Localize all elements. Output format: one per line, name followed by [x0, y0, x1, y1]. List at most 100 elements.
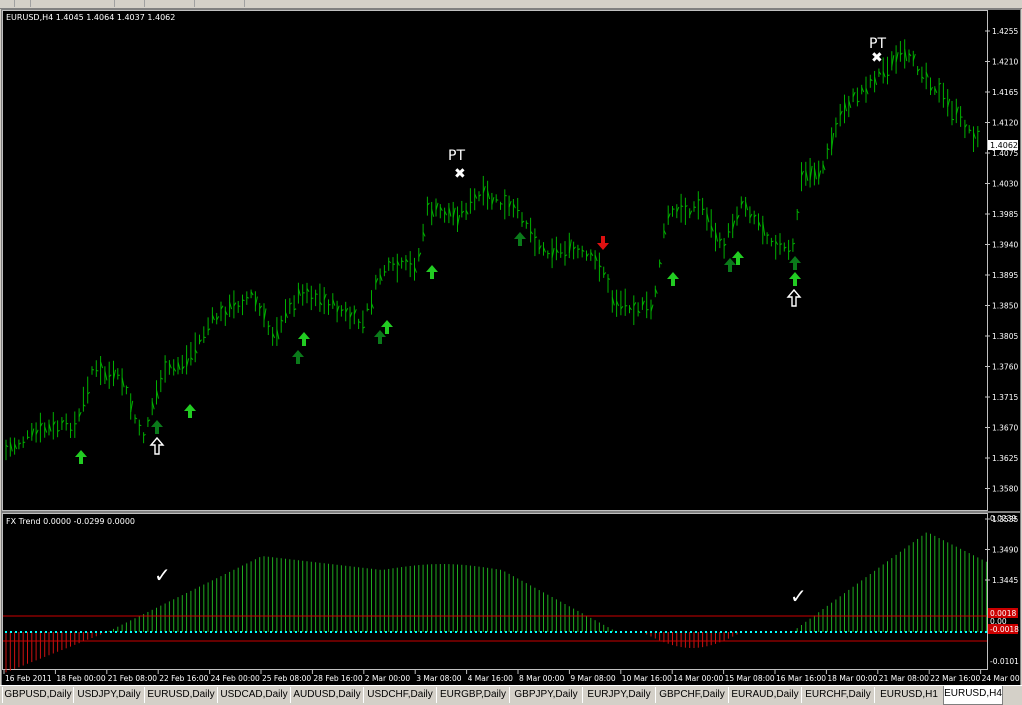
toolbar-button[interactable] [180, 0, 195, 7]
zero-line-dot [795, 631, 797, 633]
buy-arrow-icon [789, 272, 801, 286]
chart-tab[interactable]: EURUSD,H4 [943, 686, 1003, 705]
zero-line-dot [115, 631, 117, 633]
time-tick-label: 21 Feb 08:00 [108, 674, 157, 683]
toolbar-button[interactable] [0, 0, 15, 7]
zero-line-dot [210, 631, 212, 633]
zero-line-dot [400, 631, 402, 633]
toolbar-button[interactable] [130, 0, 145, 7]
price-bar-close [238, 306, 240, 307]
price-tick-label: 1.3850 [992, 302, 1018, 311]
zero-line-dot [270, 631, 272, 633]
price-bar-close [952, 119, 954, 120]
zero-line-dot [970, 631, 972, 633]
zero-line-dot [880, 631, 882, 633]
chart-tab[interactable]: GBPCHF,Daily [655, 687, 729, 703]
zero-line-dot [665, 631, 667, 633]
time-tick-label: 15 Mar 08:00 [725, 674, 775, 683]
zero-line-dot [890, 631, 892, 633]
chart-canvas[interactable]: 1.42551.42101.41651.41201.40751.40301.39… [2, 10, 1020, 685]
zero-line-dot [555, 631, 557, 633]
zero-line-dot [55, 631, 57, 633]
buy-arrow-icon [151, 420, 163, 434]
chart-tab[interactable]: USDCHF,Daily [363, 687, 437, 703]
indicator-info-label: FX Trend 0.0000 -0.0299 0.0000 [6, 517, 135, 526]
zero-line-dot [190, 631, 192, 633]
price-bars [6, 39, 980, 460]
zero-line-dot [590, 631, 592, 633]
zero-line-dot [600, 631, 602, 633]
chart-tab[interactable]: AUDUSD,Daily [290, 687, 364, 703]
zero-line-dot [560, 631, 562, 633]
zero-line-dot [460, 631, 462, 633]
zero-line-dot [135, 631, 137, 633]
zero-line-dot [380, 631, 382, 633]
chart-tab[interactable]: GBPUSD,Daily [2, 687, 74, 703]
buy-arrow-icon [374, 330, 386, 344]
zero-line-dot [895, 631, 897, 633]
zero-line-dot [875, 631, 877, 633]
zero-line-dot [755, 631, 757, 633]
zero-line-dot [520, 631, 522, 633]
zero-line-dot [550, 631, 552, 633]
chart-tab[interactable]: GBPJPY,Daily [509, 687, 583, 703]
zero-line-dot [615, 631, 617, 633]
zero-line-dot [290, 631, 292, 633]
price-tick-label: 1.3715 [992, 393, 1018, 402]
zero-line-dot [130, 631, 132, 633]
zero-line-dot [675, 631, 677, 633]
price-bar-close [496, 200, 498, 201]
toolbar-button[interactable] [230, 0, 245, 7]
zero-line-dot [710, 631, 712, 633]
toolbar-button[interactable] [16, 0, 31, 7]
zero-line-dot [915, 631, 917, 633]
zero-line-dot [240, 631, 242, 633]
time-tick-label: 22 Feb 16:00 [159, 674, 208, 683]
buy-arrow-icon [789, 256, 801, 270]
chart-tab[interactable]: USDCAD,Daily [217, 687, 291, 703]
zero-line-dot [605, 631, 607, 633]
time-tick-label: 28 Feb 16:00 [313, 674, 362, 683]
chart-tab[interactable]: USDJPY,Daily [73, 687, 145, 703]
zero-line-dot [40, 631, 42, 633]
zero-line-dot [180, 631, 182, 633]
zero-line-dot [45, 631, 47, 633]
zero-line-dot [175, 631, 177, 633]
zero-line-dot [935, 631, 937, 633]
zero-line-dot [650, 631, 652, 633]
zero-line-dot [510, 631, 512, 633]
chart-tab[interactable]: EURGBP,Daily [436, 687, 510, 703]
zero-line-dot [610, 631, 612, 633]
chart-tab[interactable]: EURJPY,Daily [582, 687, 656, 703]
zero-line-dot [850, 631, 852, 633]
zero-line-dot [235, 631, 237, 633]
chart-tab[interactable]: EURUSD,Daily [144, 687, 218, 703]
indicator-tick-label: -0.0101 [990, 657, 1019, 666]
price-axis: 1.42551.42101.41651.41201.40751.40301.39… [985, 27, 1018, 585]
current-price-label: 1.4062 [990, 141, 1018, 150]
toolbar-button[interactable] [100, 0, 115, 7]
zero-line-dot [845, 631, 847, 633]
chart-tab[interactable]: EURUSD,H1 [874, 687, 944, 703]
time-axis: 16 Feb 201118 Feb 00:0021 Feb 08:0022 Fe… [4, 670, 1020, 683]
zero-line-dot [390, 631, 392, 633]
zero-line-dot [805, 631, 807, 633]
trend-histogram [6, 533, 986, 673]
zero-line-dot [730, 631, 732, 633]
price-tick-label: 1.4165 [992, 88, 1018, 97]
zero-line-dot [780, 631, 782, 633]
chart-window[interactable]: 1.42551.42101.41651.41201.40751.40301.39… [1, 9, 1021, 686]
price-tick-label: 1.3805 [992, 332, 1018, 341]
chart-tab[interactable]: EURCHF,Daily [801, 687, 875, 703]
zero-line-dot [430, 631, 432, 633]
zero-line-dot [790, 631, 792, 633]
price-bar-close [561, 253, 563, 254]
zero-line-dot [295, 631, 297, 633]
zero-line-dot [375, 631, 377, 633]
chart-tab[interactable]: EURAUD,Daily [728, 687, 802, 703]
zero-line-dot [975, 631, 977, 633]
zero-line-dot [65, 631, 67, 633]
zero-line-dot [160, 631, 162, 633]
time-tick-label: 24 Mar 00:00 [982, 674, 1020, 683]
zero-line-dot [570, 631, 572, 633]
